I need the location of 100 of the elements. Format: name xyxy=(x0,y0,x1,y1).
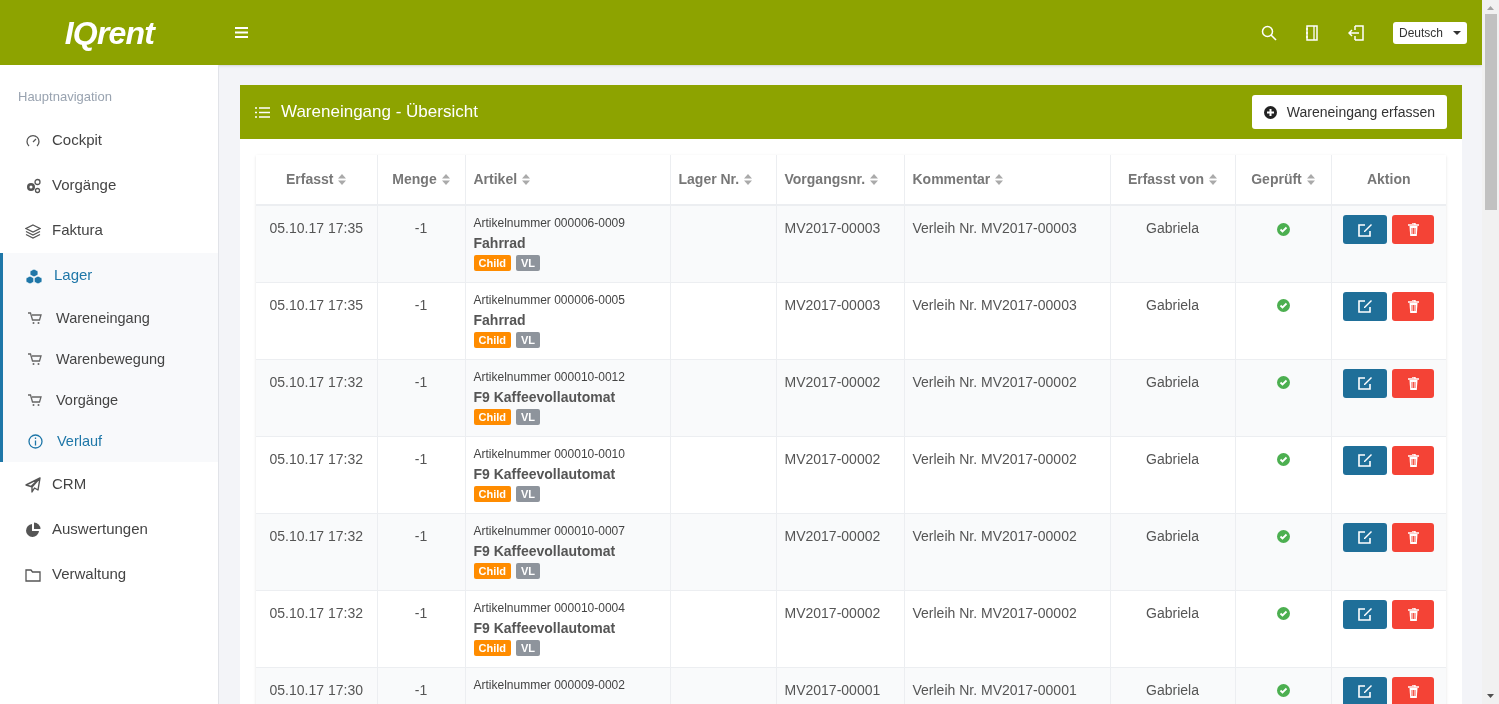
delete-button[interactable] xyxy=(1392,445,1435,475)
logout-icon[interactable] xyxy=(1348,24,1364,41)
article-number: Artikelnummer 000010-0010 xyxy=(473,446,626,462)
folder-icon xyxy=(25,567,41,582)
column-header[interactable]: Erfasst von xyxy=(1127,169,1218,190)
article-name: Fahrrad xyxy=(473,310,527,329)
edit-icon xyxy=(1357,453,1373,467)
nav-item[interactable]: Vorgänge xyxy=(3,163,218,208)
column-header[interactable]: Artikel xyxy=(473,169,531,190)
pie-chart-icon xyxy=(25,521,41,538)
nav-item[interactable]: CRM xyxy=(3,462,218,507)
table-cell: MV2017-00001 xyxy=(784,681,881,698)
edit-button[interactable] xyxy=(1343,676,1388,704)
nav-item[interactable]: Lager xyxy=(3,253,218,298)
delete-button[interactable] xyxy=(1392,599,1435,629)
edit-icon xyxy=(1357,684,1373,698)
article-name: F9 Kaffeevollautomat xyxy=(473,618,617,637)
table-cell: MV2017-00002 xyxy=(784,527,881,544)
edit-button[interactable] xyxy=(1343,599,1388,629)
sort-icon[interactable] xyxy=(995,174,1004,185)
edit-button[interactable] xyxy=(1343,215,1388,244)
cart-icon xyxy=(28,312,42,325)
scroll-up-icon[interactable] xyxy=(1487,6,1494,10)
notebook-icon[interactable] xyxy=(1306,24,1318,41)
scroll-down-icon[interactable] xyxy=(1487,694,1494,698)
table-cell: Gabriela xyxy=(1146,296,1199,313)
column-header[interactable]: Lager Nr. xyxy=(678,169,753,190)
table-cell: -1 xyxy=(414,527,428,544)
trash-icon xyxy=(1407,607,1419,621)
article-name: F9 Kaffeevollautomat xyxy=(473,464,617,483)
nav-item[interactable]: Auswertungen xyxy=(3,507,218,552)
menu-icon[interactable] xyxy=(235,27,248,38)
table-cell: Verleih Nr. MV2017-00002 xyxy=(912,373,1077,390)
delete-button[interactable] xyxy=(1392,676,1435,704)
table-cell: MV2017-00002 xyxy=(784,373,881,390)
article-name: F9 Kaffeevollautomat xyxy=(473,387,617,406)
delete-button[interactable] xyxy=(1392,522,1435,552)
edit-icon xyxy=(1357,299,1373,313)
language-select[interactable]: Deutsch xyxy=(1393,21,1467,44)
article-number: Artikelnummer 000010-0012 xyxy=(473,369,626,385)
nav-subitem[interactable]: Wareneingang xyxy=(3,298,218,339)
sort-icon[interactable] xyxy=(1306,174,1315,185)
card-title: Wareneingang - Übersicht xyxy=(281,101,478,124)
delete-button[interactable] xyxy=(1392,368,1435,398)
plus-circle-icon xyxy=(1263,105,1277,119)
sort-icon[interactable] xyxy=(870,174,879,185)
column-header[interactable]: Kommentar xyxy=(912,169,1004,190)
table-cell: 05.10.17 17:32 xyxy=(269,604,363,621)
sort-icon[interactable] xyxy=(441,174,450,185)
column-header[interactable]: Erfasst xyxy=(286,169,347,190)
nav-item[interactable]: Faktura xyxy=(3,208,218,253)
paper-plane-icon xyxy=(25,476,41,493)
nav-subitem[interactable]: Vorgänge xyxy=(3,380,218,421)
table-cell: Verleih Nr. MV2017-00002 xyxy=(912,527,1077,544)
column-header[interactable]: Geprüft xyxy=(1251,169,1315,190)
tag: Child xyxy=(473,408,511,425)
tag: VL xyxy=(516,485,541,502)
table-cell: -1 xyxy=(414,220,428,236)
nav-subitem[interactable]: Verlauf xyxy=(3,421,218,462)
scroll-thumb[interactable] xyxy=(1484,14,1497,210)
table-cell: 05.10.17 17:32 xyxy=(269,450,363,467)
sort-icon[interactable] xyxy=(1209,174,1218,185)
tag: Child xyxy=(473,255,511,271)
search-icon[interactable] xyxy=(1261,24,1277,41)
sort-icon[interactable] xyxy=(744,174,753,185)
article-name: Fahrrad xyxy=(473,234,527,252)
tag: Child xyxy=(473,639,511,656)
gears-icon xyxy=(25,177,41,194)
column-header[interactable]: Menge xyxy=(392,169,450,190)
table-cell: 05.10.17 17:32 xyxy=(269,373,363,390)
edit-button[interactable] xyxy=(1343,445,1388,475)
edit-button[interactable] xyxy=(1343,522,1388,552)
edit-icon xyxy=(1357,376,1373,390)
nav-item[interactable]: Cockpit xyxy=(3,118,218,163)
table-cell: Gabriela xyxy=(1146,604,1199,621)
sort-icon[interactable] xyxy=(522,174,531,185)
column-header[interactable]: Vorgangsnr. xyxy=(784,169,879,190)
article-number: Artikelnummer 000009-0002 xyxy=(473,677,626,693)
edit-button[interactable] xyxy=(1343,368,1388,398)
nav-item[interactable]: Verwaltung xyxy=(3,552,218,597)
table-cell: Gabriela xyxy=(1146,220,1199,236)
table-cell: -1 xyxy=(414,681,428,698)
table-cell: MV2017-00002 xyxy=(784,604,881,621)
delete-button[interactable] xyxy=(1392,291,1435,321)
table-cell: 05.10.17 17:30 xyxy=(269,681,363,698)
add-button[interactable]: Wareneingang erfassen xyxy=(1251,95,1447,129)
table-cell: -1 xyxy=(414,604,428,621)
tag: VL xyxy=(516,562,541,579)
delete-button[interactable] xyxy=(1392,215,1435,244)
article-number: Artikelnummer 000010-0004 xyxy=(473,600,626,616)
layers-icon xyxy=(25,222,41,239)
tag: VL xyxy=(516,408,541,425)
edit-button[interactable] xyxy=(1343,291,1388,321)
scrollbar[interactable] xyxy=(1482,0,1499,704)
trash-icon xyxy=(1407,223,1419,236)
table-cell: Gabriela xyxy=(1146,527,1199,544)
article-number: Artikelnummer 000006-0005 xyxy=(473,292,626,308)
cart-icon xyxy=(28,394,42,407)
sort-icon[interactable] xyxy=(338,174,347,185)
nav-subitem[interactable]: Warenbewegung xyxy=(3,339,218,380)
